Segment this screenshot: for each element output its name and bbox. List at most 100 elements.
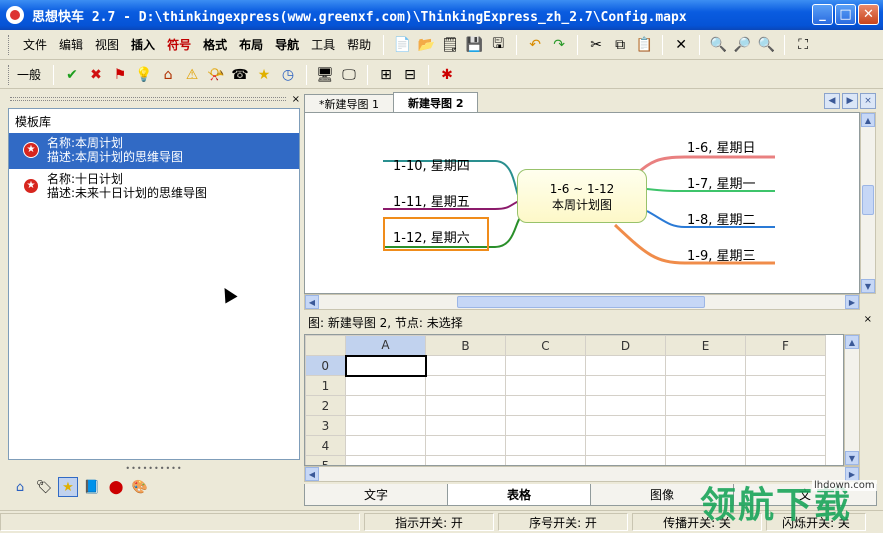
zoom-fit-icon[interactable]: 🔍 xyxy=(755,34,777,56)
map-vscroll-thumb[interactable] xyxy=(862,185,874,215)
mindmap-canvas[interactable]: 1-10, 星期四 1-11, 星期五 1-12, 星期六 1-6 ~ 1-12… xyxy=(304,112,860,294)
map-horizontal-scrollbar[interactable]: ◀ ▶ xyxy=(304,294,860,310)
grid-cell[interactable] xyxy=(425,415,506,436)
grid-cell[interactable] xyxy=(745,455,826,465)
node-left-2[interactable]: 1-11, 星期五 xyxy=(393,191,470,210)
grid-cell[interactable] xyxy=(425,355,506,376)
grid-cell[interactable] xyxy=(345,435,426,456)
palette-icon[interactable]: 🎨 xyxy=(130,477,150,497)
grid-row-header[interactable]: 5 xyxy=(305,455,346,465)
delete-icon[interactable]: ✕ xyxy=(670,34,692,56)
grid-col-header[interactable]: C xyxy=(505,335,586,356)
new-map-icon[interactable]: 🗒 xyxy=(439,34,461,56)
grid-col-header[interactable]: A xyxy=(345,335,426,356)
grid-row-header[interactable]: 1 xyxy=(305,375,346,396)
insert-node-icon[interactable]: ⊞ xyxy=(375,64,397,86)
map-hscroll-thumb[interactable] xyxy=(457,296,705,308)
grid-cell[interactable] xyxy=(345,455,426,465)
grid-cell[interactable] xyxy=(665,435,746,456)
grid-col-header[interactable]: F xyxy=(745,335,826,356)
menu-edit[interactable]: 编辑 xyxy=(53,36,89,53)
map-vertical-scrollbar[interactable]: ▲ ▼ xyxy=(860,112,876,294)
grid-cell[interactable] xyxy=(745,415,826,436)
home-icon[interactable]: ⌂ xyxy=(10,477,30,497)
grid-cell[interactable] xyxy=(505,455,586,465)
panel-splitter[interactable]: •••••••••• xyxy=(8,464,300,473)
grid-cell[interactable] xyxy=(585,435,666,456)
scroll-left-icon[interactable]: ◀ xyxy=(305,467,319,481)
check-icon[interactable]: ✔ xyxy=(61,64,83,86)
grid-cell[interactable] xyxy=(505,355,586,376)
grid-cell[interactable] xyxy=(745,435,826,456)
grid-row-header[interactable]: 3 xyxy=(305,415,346,436)
tab-prev-icon[interactable]: ◀ xyxy=(824,93,840,109)
node-right-4[interactable]: 1-9, 星期三 xyxy=(687,245,756,264)
flag-icon[interactable]: ⚑ xyxy=(109,64,131,86)
grid-cell[interactable] xyxy=(345,395,426,416)
grid-cell[interactable] xyxy=(665,455,746,465)
balls-icon[interactable]: ⬤ xyxy=(106,477,126,497)
node-right-3[interactable]: 1-8, 星期二 xyxy=(687,209,756,228)
scroll-up-icon[interactable]: ▲ xyxy=(845,335,859,349)
book-icon[interactable]: 📘 xyxy=(82,477,102,497)
grid-cell[interactable] xyxy=(505,415,586,436)
pin-icon[interactable]: ✱ xyxy=(436,64,458,86)
menu-help[interactable]: 帮助 xyxy=(341,36,377,53)
template-item-weekly[interactable]: ★ 名称:本周计划 描述:本周计划的思维导图 xyxy=(9,133,299,169)
grid-cell[interactable] xyxy=(425,455,506,465)
grid-cell[interactable] xyxy=(585,355,666,376)
tab-map-2[interactable]: 新建导图 2 xyxy=(393,92,479,112)
grid-cell[interactable] xyxy=(505,435,586,456)
grid-row-header[interactable]: 2 xyxy=(305,395,346,416)
menu-view[interactable]: 视图 xyxy=(89,36,125,53)
tab-text[interactable]: 文字 xyxy=(304,484,448,506)
panel-grip[interactable] xyxy=(10,97,286,101)
grid-col-header[interactable]: E xyxy=(665,335,746,356)
scroll-down-icon[interactable]: ▼ xyxy=(861,279,875,293)
scroll-left-icon[interactable]: ◀ xyxy=(305,295,319,309)
tab-map-1[interactable]: *新建导图 1 xyxy=(304,94,394,112)
cut-icon[interactable]: ✂ xyxy=(585,34,607,56)
status-indicator-toggle[interactable]: 指示开关: 开 xyxy=(364,513,494,531)
menu-insert[interactable]: 插入 xyxy=(125,36,161,53)
new-doc-icon[interactable]: 📄 xyxy=(391,34,413,56)
grid-cell[interactable] xyxy=(505,375,586,396)
phone-icon[interactable]: ☎ xyxy=(229,64,251,86)
grid-cell[interactable] xyxy=(585,395,666,416)
copy-icon[interactable]: ⧉ xyxy=(609,34,631,56)
grid-cell[interactable] xyxy=(665,395,746,416)
grid-vertical-scrollbar[interactable]: ▲ ▼ xyxy=(844,334,860,466)
tab-close-button[interactable]: × xyxy=(860,93,876,109)
info-close-button[interactable]: × xyxy=(864,314,872,325)
node-left-1[interactable]: 1-10, 星期四 xyxy=(393,155,470,174)
undo-icon[interactable]: ↶ xyxy=(524,34,546,56)
grid-cell[interactable] xyxy=(665,355,746,376)
status-numbering-toggle[interactable]: 序号开关: 开 xyxy=(498,513,628,531)
menu-symbol[interactable]: 符号 xyxy=(161,36,197,53)
scroll-down-icon[interactable]: ▼ xyxy=(845,451,859,465)
menu-tools[interactable]: 工具 xyxy=(305,36,341,53)
grid-cell-selected[interactable] xyxy=(344,354,427,377)
redo-icon[interactable]: ↷ xyxy=(548,34,570,56)
warning-icon[interactable]: ⚠ xyxy=(181,64,203,86)
menu-navigate[interactable]: 导航 xyxy=(269,36,305,53)
data-grid[interactable]: A B C D E F 0 1 2 3 4 5 xyxy=(304,334,844,466)
node-right-2[interactable]: 1-7, 星期一 xyxy=(687,173,756,192)
star-icon[interactable]: ★ xyxy=(58,477,78,497)
grid-cell[interactable] xyxy=(425,375,506,396)
grid-corner[interactable] xyxy=(305,335,346,356)
star-icon[interactable]: ★ xyxy=(253,64,275,86)
bulb-icon[interactable]: 💡 xyxy=(133,64,155,86)
minimize-button[interactable]: _ xyxy=(812,4,833,25)
menu-format[interactable]: 格式 xyxy=(197,36,233,53)
home-icon[interactable]: ⌂ xyxy=(157,64,179,86)
grid-cell[interactable] xyxy=(585,375,666,396)
maximize-button[interactable]: □ xyxy=(835,4,856,25)
tag-icon[interactable]: 🏷 xyxy=(34,477,54,497)
save-icon[interactable]: 💾 xyxy=(463,34,485,56)
grid-cell[interactable] xyxy=(345,375,426,396)
template-item-ten-day[interactable]: ★ 名称:十日计划 描述:未来十日计划的思维导图 xyxy=(9,169,299,205)
grid-col-header[interactable]: B xyxy=(425,335,506,356)
horn-icon[interactable]: 📯 xyxy=(205,64,227,86)
close-button[interactable]: ✕ xyxy=(858,4,879,25)
